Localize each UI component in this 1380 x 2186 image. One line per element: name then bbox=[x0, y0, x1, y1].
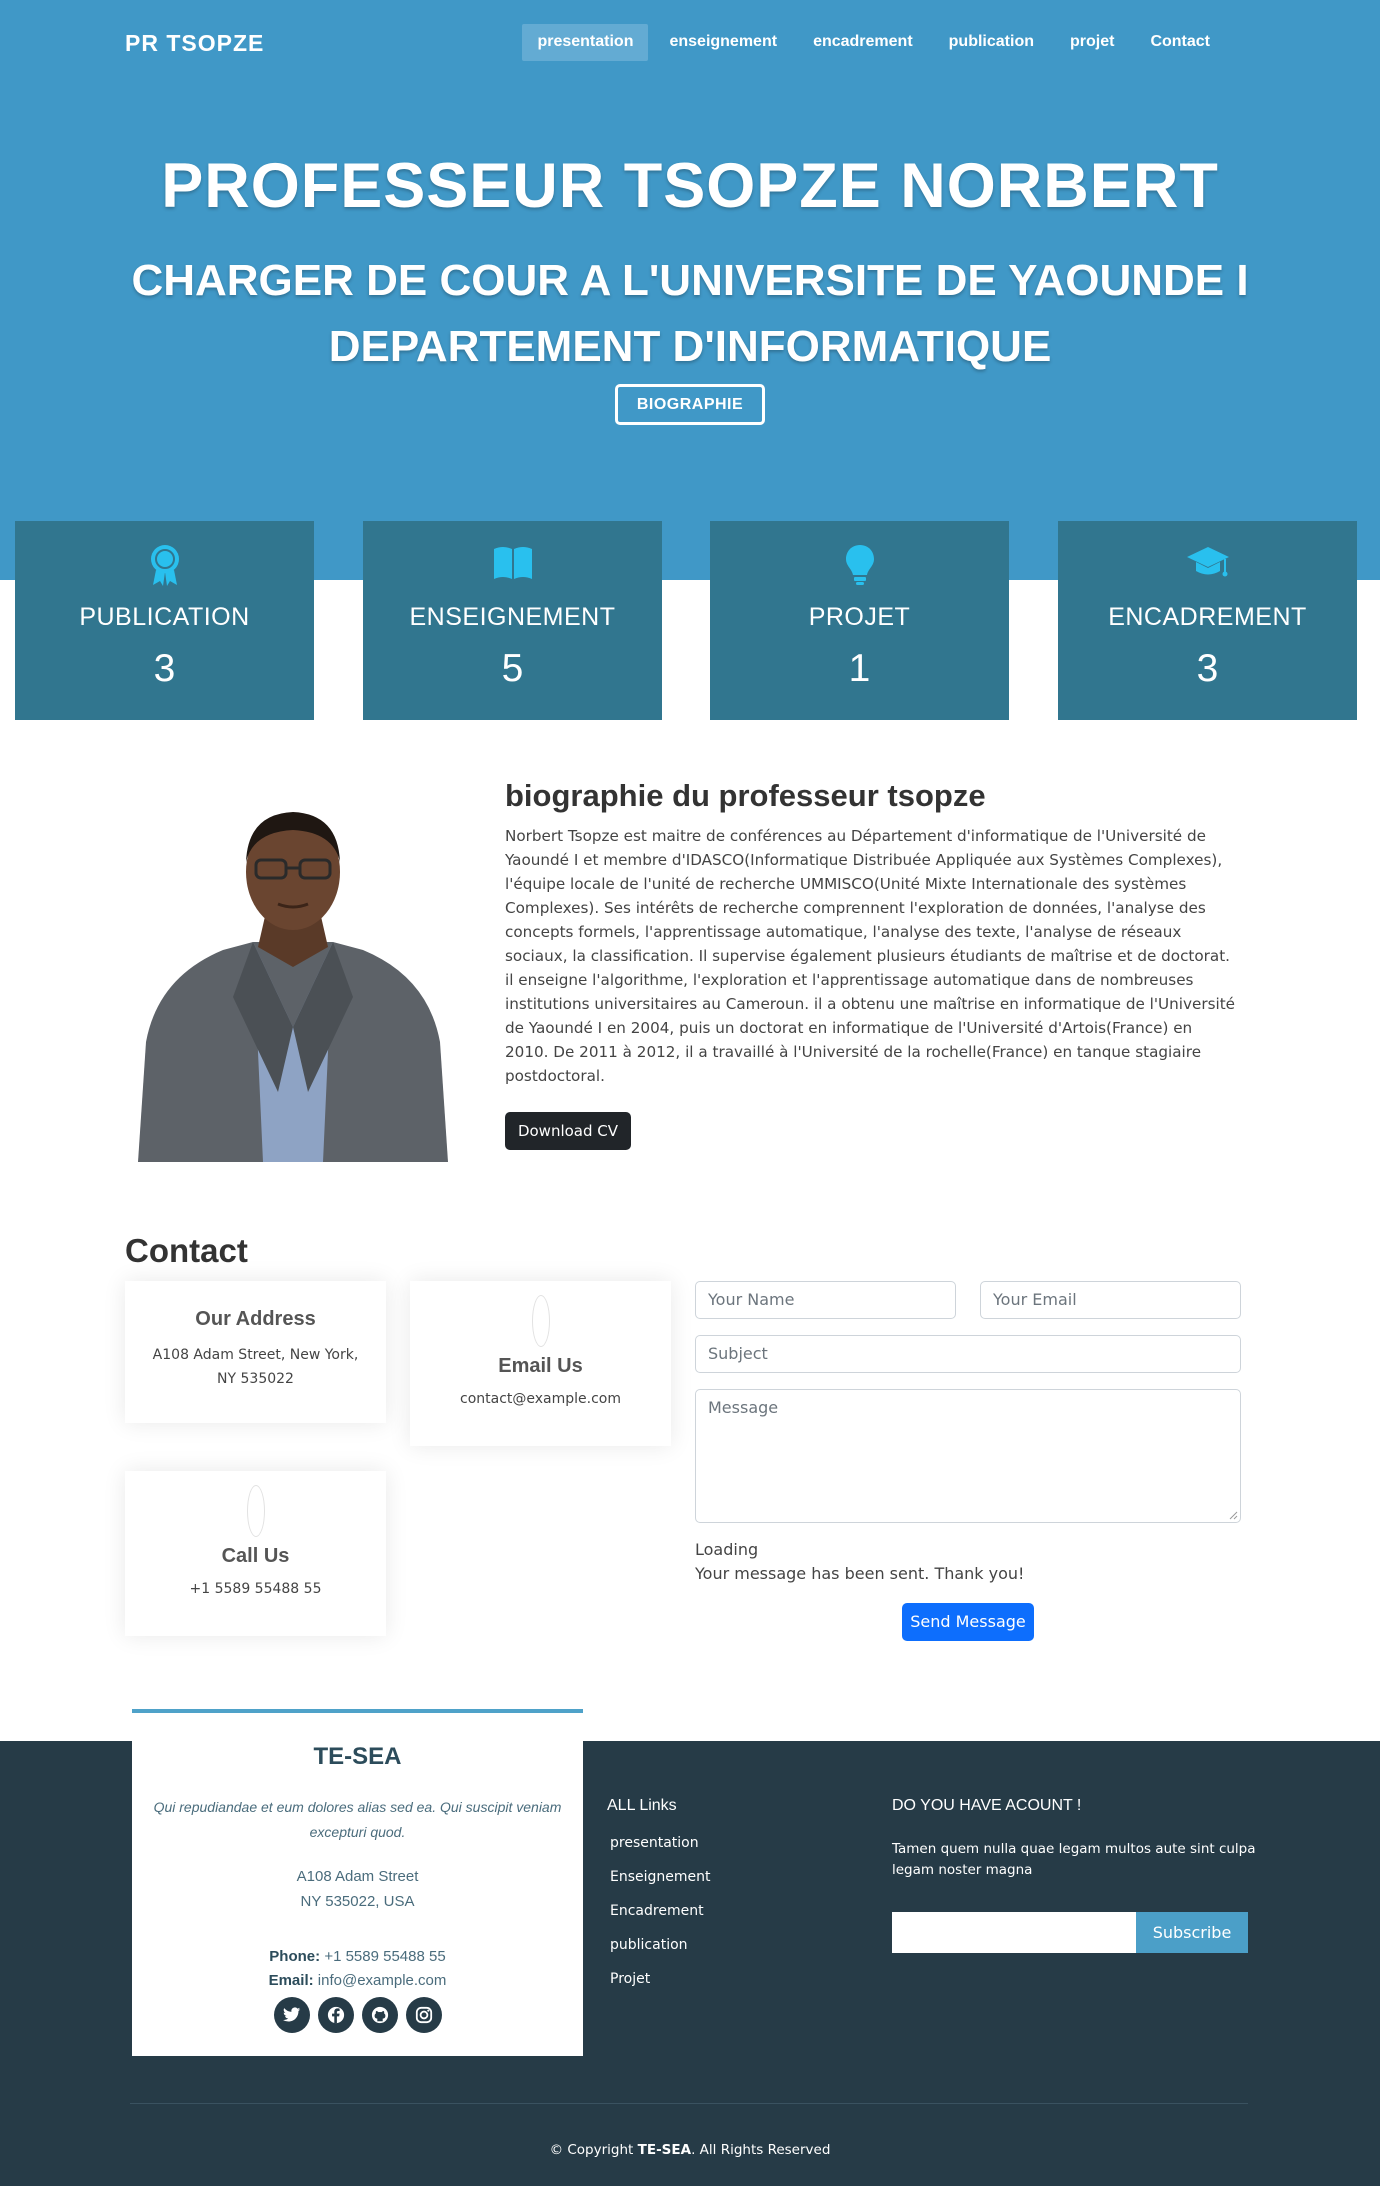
contact-title: Contact bbox=[125, 1232, 248, 1269]
copyright-brand: TE-SEA bbox=[637, 2142, 692, 2158]
stat-card-publication[interactable]: PUBLICATION 3 bbox=[15, 521, 314, 720]
message-placeholder: Message bbox=[708, 1398, 779, 1417]
graduation-cap-icon bbox=[1058, 543, 1357, 587]
stat-label: ENSEIGNEMENT bbox=[409, 603, 616, 631]
stat-card-projet[interactable]: PROJET 1 bbox=[710, 521, 1009, 720]
account-title: DO YOU HAVE ACOUNT ! bbox=[892, 1797, 1082, 1814]
navbar: PR TSOPZE presentation enseignement enca… bbox=[0, 0, 1380, 88]
loading-text: Loading bbox=[695, 1540, 759, 1559]
biography-text: Norbert Tsopze est maitre de conférences… bbox=[505, 827, 1236, 1085]
subject-input[interactable]: Subject bbox=[695, 1335, 1241, 1373]
footer-link-projet[interactable]: Projet bbox=[609, 1971, 711, 2005]
footer: TE-SEA Qui repudiandae et eum dolores al… bbox=[0, 1709, 1380, 2186]
phone-box: Call Us +1 5589 55488 55 bbox=[125, 1471, 386, 1636]
copyright-prefix: © Copyright bbox=[549, 2142, 634, 2158]
name-input[interactable]: Your Name bbox=[695, 1281, 956, 1319]
footer-link-encadrement[interactable]: Encadrement bbox=[609, 1903, 711, 1937]
professor-portrait bbox=[128, 792, 458, 1162]
email-title: Email Us bbox=[498, 1355, 583, 1377]
contact-section: Contact Our Address A108 Adam Street, Ne… bbox=[0, 1225, 1380, 1685]
stat-value: 3 bbox=[1196, 647, 1219, 690]
site-logo[interactable]: PR TSOPZE bbox=[125, 30, 264, 57]
sent-message: Your message has been sent. Thank you! bbox=[695, 1564, 1025, 1583]
links-title: ALL Links bbox=[607, 1797, 677, 1814]
footer-divider bbox=[130, 2103, 1248, 2104]
footer-email-line: Email: info@example.com bbox=[132, 1969, 583, 1993]
award-icon bbox=[15, 543, 314, 587]
stat-card-encadrement[interactable]: ENCADREMENT 3 bbox=[1058, 521, 1357, 720]
facebook-icon[interactable] bbox=[317, 1997, 354, 2033]
footer-address: A108 Adam Street NY 535022, USA bbox=[132, 1864, 583, 1914]
biography-title: biographie du professeur tsopze bbox=[505, 778, 986, 813]
hero-subtitle: CHARGER DE COUR A L'UNIVERSITE DE YAOUND… bbox=[0, 248, 1380, 380]
footer-phone: +1 5589 55488 55 bbox=[324, 1948, 446, 1965]
stat-label: PUBLICATION bbox=[79, 603, 250, 631]
resize-grip-icon[interactable] bbox=[1228, 1510, 1238, 1520]
message-textarea[interactable]: Message bbox=[695, 1389, 1241, 1523]
biographie-button[interactable]: BIOGRAPHIE bbox=[615, 384, 765, 425]
address-text: A108 Adam Street, New York, NY 535022 bbox=[152, 1347, 359, 1387]
instagram-icon[interactable] bbox=[405, 1997, 442, 2033]
footer-email[interactable]: info@example.com bbox=[318, 1972, 447, 1989]
stat-value: 1 bbox=[848, 647, 871, 690]
envelope-icon bbox=[531, 1295, 550, 1347]
book-icon bbox=[363, 543, 662, 587]
nav-link-encadrement[interactable]: encadrement bbox=[798, 24, 928, 61]
footer-link-enseignement[interactable]: Enseignement bbox=[609, 1869, 711, 1903]
stat-value: 3 bbox=[153, 647, 176, 690]
send-message-button[interactable]: Send Message bbox=[902, 1603, 1034, 1641]
nav-menu: presentation enseignement encadrement pu… bbox=[522, 24, 1225, 61]
footer-link-presentation[interactable]: presentation bbox=[609, 1835, 711, 1869]
footer-contact: Phone: +1 5589 55488 55 Email: info@exam… bbox=[132, 1945, 583, 1993]
hero-subtitle-line-1: CHARGER DE COUR A L'UNIVERSITE DE YAOUND… bbox=[131, 256, 1249, 305]
footer-info-card: TE-SEA Qui repudiandae et eum dolores al… bbox=[132, 1709, 583, 2056]
stat-label: PROJET bbox=[808, 603, 911, 631]
copyright-suffix: . All Rights Reserved bbox=[691, 2142, 831, 2158]
address-title: Our Address bbox=[195, 1308, 316, 1330]
github-icon[interactable] bbox=[361, 1997, 398, 2033]
email-box: Email Us contact@example.com bbox=[410, 1281, 671, 1446]
social-links bbox=[132, 1997, 583, 2033]
footer-phone-line: Phone: +1 5589 55488 55 bbox=[132, 1945, 583, 1969]
email-input[interactable]: Your Email bbox=[980, 1281, 1241, 1319]
nav-link-presentation[interactable]: presentation bbox=[522, 24, 649, 61]
twitter-icon[interactable] bbox=[273, 1997, 310, 2033]
footer-description: Qui repudiandae et eum dolores alias sed… bbox=[153, 1799, 562, 1840]
phone-label: Phone: bbox=[269, 1948, 321, 1965]
lightbulb-icon bbox=[710, 543, 1009, 587]
phone-text: +1 5589 55488 55 bbox=[189, 1581, 322, 1597]
nav-link-publication[interactable]: publication bbox=[934, 24, 1049, 61]
hero-section: PR TSOPZE presentation enseignement enca… bbox=[0, 0, 1380, 580]
newsletter-email-input[interactable] bbox=[892, 1912, 1136, 1953]
phone-title: Call Us bbox=[221, 1545, 290, 1567]
hero-subtitle-line-2: DEPARTEMENT D'INFORMATIQUE bbox=[328, 322, 1052, 371]
download-cv-button[interactable]: Download CV bbox=[505, 1112, 631, 1150]
nav-link-projet[interactable]: projet bbox=[1055, 24, 1129, 61]
stat-label: ENCADREMENT bbox=[1108, 603, 1307, 631]
address-box: Our Address A108 Adam Street, New York, … bbox=[125, 1281, 386, 1423]
stat-value: 5 bbox=[501, 647, 524, 690]
footer-link-publication[interactable]: publication bbox=[609, 1937, 711, 1971]
footer-links: presentation Enseignement Encadrement pu… bbox=[609, 1835, 711, 2005]
account-description: Tamen quem nulla quae legam multos aute … bbox=[892, 1841, 1256, 1878]
email-label: Email: bbox=[268, 1972, 314, 1989]
stats-row: PUBLICATION 3 ENSEIGNEMENT 5 PROJET 1 EN… bbox=[15, 521, 1365, 721]
nav-link-contact[interactable]: Contact bbox=[1135, 24, 1225, 61]
footer-brand: TE-SEA bbox=[313, 1743, 402, 1770]
stat-card-enseignement[interactable]: ENSEIGNEMENT 5 bbox=[363, 521, 662, 720]
biography-section: biographie du professeur tsopze Norbert … bbox=[0, 760, 1380, 1180]
footer-address-line-2: NY 535022, USA bbox=[300, 1893, 415, 1910]
email-text: contact@example.com bbox=[460, 1391, 621, 1407]
subscribe-button[interactable]: Subscribe bbox=[1136, 1912, 1248, 1953]
hero-title: PROFESSEUR TSOPZE NORBERT bbox=[161, 151, 1219, 221]
copyright: © Copyright TE-SEA. All Rights Reserved bbox=[0, 2142, 1380, 2158]
footer-address-line-1: A108 Adam Street bbox=[296, 1868, 419, 1885]
nav-link-enseignement[interactable]: enseignement bbox=[654, 24, 792, 61]
phone-icon bbox=[246, 1485, 265, 1537]
